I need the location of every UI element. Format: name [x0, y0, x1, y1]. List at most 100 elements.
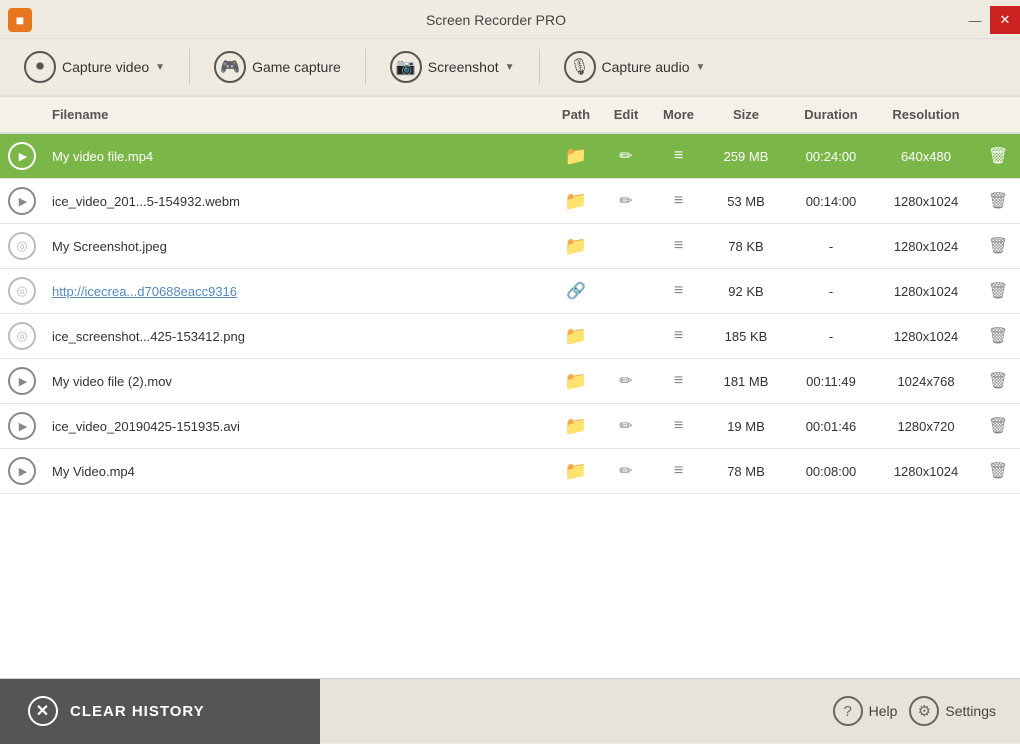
play-icon[interactable]: ▶	[8, 187, 36, 215]
row-icon-cell: ▶	[0, 133, 44, 179]
row-filename[interactable]: ice_video_20190425-151935.avi	[44, 404, 551, 449]
row-path-cell: 📁	[551, 449, 601, 494]
row-duration: 00:24:00	[786, 133, 876, 179]
play-icon[interactable]: ▶	[8, 142, 36, 170]
capture-audio-button[interactable]: 🎙 Capture audio ▼	[552, 45, 718, 89]
row-edit-cell	[601, 314, 651, 359]
row-filename[interactable]: My video file (2).mov	[44, 359, 551, 404]
edit-icon[interactable]: ✏	[619, 463, 632, 480]
row-size: 78 KB	[706, 224, 786, 269]
close-button[interactable]: ✕	[990, 6, 1020, 34]
row-path-cell: 🔗	[551, 269, 601, 314]
play-icon[interactable]: ▶	[8, 367, 36, 395]
folder-icon[interactable]: 📁	[565, 191, 587, 211]
screenshot-button[interactable]: 📷 Screenshot ▼	[378, 45, 527, 89]
more-icon[interactable]: ≡	[674, 462, 683, 479]
screenshot-label: Screenshot	[428, 59, 499, 75]
table-row: ▶My Video.mp4📁✏≡78 MB00:08:001280x1024🗑	[0, 449, 1020, 494]
delete-icon[interactable]: 🗑	[988, 373, 1008, 390]
row-size: 92 KB	[706, 269, 786, 314]
folder-icon[interactable]: 📁	[565, 461, 587, 481]
more-icon[interactable]: ≡	[674, 192, 683, 209]
folder-icon[interactable]: 📁	[565, 416, 587, 436]
edit-icon[interactable]: ✏	[619, 148, 632, 165]
clear-history-label: CLEAR HISTORY	[70, 703, 205, 720]
capture-video-label: Capture video	[62, 59, 149, 75]
capture-video-button[interactable]: ⏺ Capture video ▼	[12, 45, 177, 89]
recordings-table-container: Filename Path Edit More Size Duration Re…	[0, 97, 1020, 678]
row-more-cell: ≡	[651, 133, 706, 179]
row-resolution: 1280x720	[876, 404, 976, 449]
toolbar-separator-2	[365, 49, 366, 85]
folder-icon[interactable]: 📁	[565, 236, 587, 256]
recordings-table: Filename Path Edit More Size Duration Re…	[0, 97, 1020, 494]
more-icon[interactable]: ≡	[674, 417, 683, 434]
row-path-cell: 📁	[551, 359, 601, 404]
row-duration: -	[786, 269, 876, 314]
row-delete-cell: 🗑	[976, 224, 1020, 269]
delete-icon[interactable]: 🗑	[988, 148, 1008, 165]
more-icon[interactable]: ≡	[674, 147, 683, 164]
delete-icon[interactable]: 🗑	[988, 328, 1008, 345]
title-bar-left: ■	[0, 8, 32, 32]
col-header-size: Size	[706, 97, 786, 133]
delete-icon[interactable]: 🗑	[988, 238, 1008, 255]
row-resolution: 1280x1024	[876, 449, 976, 494]
more-icon[interactable]: ≡	[674, 282, 683, 299]
folder-icon[interactable]: 📁	[565, 326, 587, 346]
row-delete-cell: 🗑	[976, 314, 1020, 359]
row-more-cell: ≡	[651, 269, 706, 314]
play-icon[interactable]: ▶	[8, 412, 36, 440]
col-header-path: Path	[551, 97, 601, 133]
row-resolution: 1280x1024	[876, 224, 976, 269]
delete-icon[interactable]: 🗑	[988, 193, 1008, 210]
row-more-cell: ≡	[651, 404, 706, 449]
edit-icon[interactable]: ✏	[619, 373, 632, 390]
row-path-cell: 📁	[551, 133, 601, 179]
app-title: Screen Recorder PRO	[32, 12, 960, 28]
camera-icon: ◎	[8, 232, 36, 260]
row-more-cell: ≡	[651, 179, 706, 224]
settings-button[interactable]: ⚙ Settings	[909, 696, 996, 726]
row-filename[interactable]: ice_video_201...5-154932.webm	[44, 179, 551, 224]
more-icon[interactable]: ≡	[674, 237, 683, 254]
row-path-cell: 📁	[551, 224, 601, 269]
row-delete-cell: 🗑	[976, 404, 1020, 449]
row-duration: 00:14:00	[786, 179, 876, 224]
delete-icon[interactable]: 🗑	[988, 463, 1008, 480]
edit-icon[interactable]: ✏	[619, 193, 632, 210]
row-icon-cell: ◎	[0, 314, 44, 359]
row-resolution: 1280x1024	[876, 269, 976, 314]
row-size: 53 MB	[706, 179, 786, 224]
row-filename[interactable]: My video file.mp4	[44, 133, 551, 179]
table-row: ▶My video file.mp4📁✏≡259 MB00:24:00640x4…	[0, 133, 1020, 179]
game-capture-button[interactable]: 🎮 Game capture	[202, 45, 353, 89]
row-icon-cell: ▶	[0, 404, 44, 449]
row-size: 181 MB	[706, 359, 786, 404]
bottom-right-controls: ? Help ⚙ Settings	[833, 696, 1020, 726]
row-edit-cell: ✏	[601, 179, 651, 224]
delete-icon[interactable]: 🗑	[988, 283, 1008, 300]
more-icon[interactable]: ≡	[674, 327, 683, 344]
table-row: ◎ice_screenshot...425-153412.png📁≡185 KB…	[0, 314, 1020, 359]
edit-icon[interactable]: ✏	[619, 418, 632, 435]
help-button[interactable]: ? Help	[833, 696, 898, 726]
col-header-delete	[976, 97, 1020, 133]
row-edit-cell	[601, 269, 651, 314]
row-filename[interactable]: My Video.mp4	[44, 449, 551, 494]
settings-icon: ⚙	[909, 696, 939, 726]
row-path-cell: 📁	[551, 404, 601, 449]
row-filename: http://icecrea...d70688eacc9316	[44, 269, 551, 314]
screenshot-dropdown-arrow: ▼	[505, 62, 515, 73]
delete-icon[interactable]: 🗑	[988, 418, 1008, 435]
col-header-filename: Filename	[44, 97, 551, 133]
link-icon[interactable]: 🔗	[566, 283, 586, 300]
play-icon[interactable]: ▶	[8, 457, 36, 485]
minimize-button[interactable]: —	[960, 6, 990, 34]
folder-icon[interactable]: 📁	[565, 146, 587, 166]
clear-history-button[interactable]: ✕ CLEAR HISTORY	[0, 679, 320, 744]
filename-link[interactable]: http://icecrea...d70688eacc9316	[52, 284, 237, 299]
row-filename: My Screenshot.jpeg	[44, 224, 551, 269]
more-icon[interactable]: ≡	[674, 372, 683, 389]
folder-icon[interactable]: 📁	[565, 371, 587, 391]
